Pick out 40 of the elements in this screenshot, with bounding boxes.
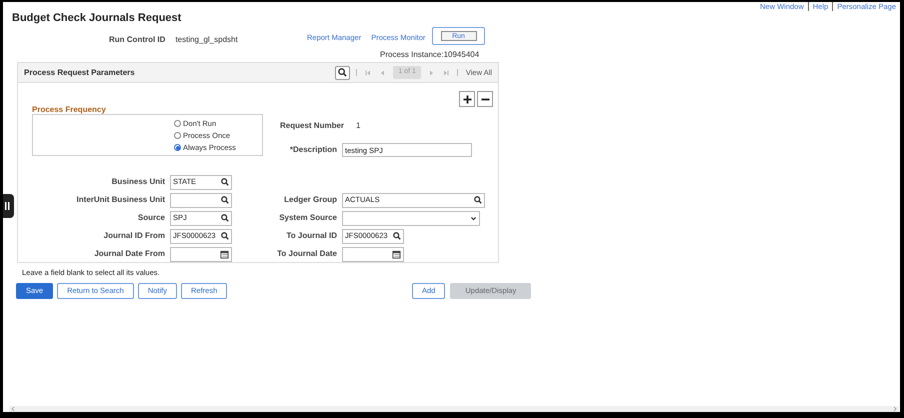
delete-row-button[interactable] <box>477 91 493 107</box>
field-label: InterUnit Business Unit <box>76 194 166 206</box>
horizontal-scrollbar[interactable] <box>9 406 899 412</box>
dropdown-field[interactable] <box>342 210 480 226</box>
calendar-icon[interactable] <box>220 250 229 258</box>
calendar-icon[interactable] <box>392 250 401 258</box>
radio-button[interactable] <box>174 120 181 127</box>
field-label: To Journal Date <box>276 248 338 260</box>
field-label: Source <box>136 212 166 224</box>
search-button[interactable] <box>335 66 350 80</box>
page-title: Budget Check Journals Request <box>12 11 182 26</box>
lookup-field[interactable] <box>170 192 232 208</box>
search-icon[interactable] <box>393 232 401 240</box>
field-value: testing_gl_spdsht <box>175 34 238 46</box>
field-label: Request Number <box>280 120 344 132</box>
field-value: 1 <box>356 120 360 132</box>
add-row-button[interactable] <box>459 91 475 107</box>
search-icon[interactable] <box>474 196 482 204</box>
chevron-down-icon[interactable] <box>470 214 477 222</box>
search-icon[interactable] <box>221 232 229 240</box>
field-label: Run Control ID <box>109 34 166 46</box>
field-label: Journal Date From <box>93 248 166 260</box>
plus-icon <box>462 94 472 104</box>
field-label: Ledger Group <box>283 194 338 206</box>
radio-button[interactable] <box>174 144 181 151</box>
search-icon[interactable] <box>221 214 229 222</box>
field-label: To Journal ID <box>285 230 338 242</box>
field-label: System Source <box>278 212 338 224</box>
panel-title: Process Request Parameters <box>24 66 136 78</box>
field-label: Journal ID From <box>102 230 166 242</box>
date-field[interactable] <box>342 246 404 262</box>
field-label: Business Unit <box>110 176 166 188</box>
process-instance: Process Instance:10945404 <box>380 49 480 61</box>
date-field[interactable] <box>170 246 232 262</box>
search-icon[interactable] <box>221 196 229 204</box>
section-title: Process Frequency <box>32 104 106 116</box>
search-icon[interactable] <box>221 178 229 186</box>
panel-toggle-handle[interactable] <box>3 194 14 218</box>
field-label: *Description <box>288 144 337 156</box>
radio-button[interactable] <box>174 132 181 139</box>
